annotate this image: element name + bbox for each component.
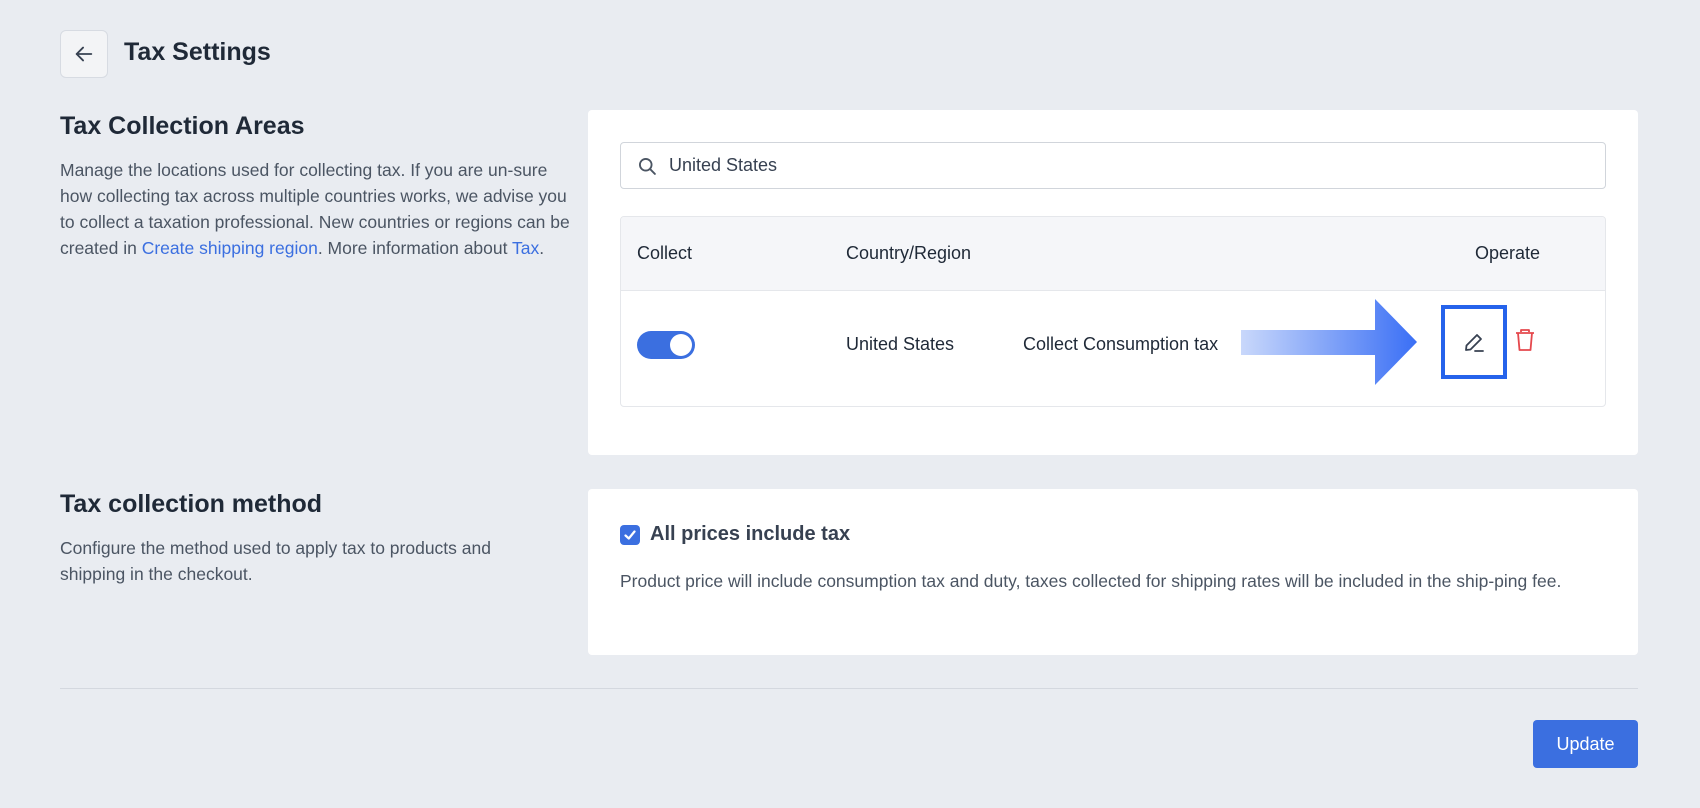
table-row: United States Collect Consumption tax [621,291,1605,406]
method-info-text: Product price will include consumption t… [620,571,1562,591]
page-title: Tax Settings [124,38,271,66]
create-shipping-region-link[interactable]: Create shipping region [142,238,318,258]
tax-type-cell: Collect Consumption tax [1023,334,1219,354]
areas-desc-text-3: . [539,238,545,258]
collect-toggle[interactable] [637,331,695,359]
tax-method-card: All prices include tax Product price wil… [588,489,1638,655]
include-tax-label[interactable]: All prices include tax [650,523,850,546]
update-button[interactable]: Update [1533,720,1638,768]
tax-settings-page: Tax Settings Tax Collection Areas Manage… [0,0,1700,808]
method-section-description: Configure the method used to apply tax t… [60,538,491,584]
search-icon [639,157,656,175]
table-header: Collect Country/Region Operate [621,217,1605,291]
column-header-collect: Collect [637,243,693,263]
trash-icon [1516,329,1534,351]
country-search [620,142,1606,189]
tax-areas-table: Collect Country/Region Operate United St… [620,216,1606,407]
edit-button[interactable] [1441,305,1507,379]
toggle-knob [670,334,692,356]
method-section-title: Tax collection method [60,490,323,518]
arrow-left-icon [75,46,93,62]
include-tax-checkbox[interactable] [620,525,640,545]
delete-button[interactable] [1513,327,1537,353]
column-header-country: Country/Region [846,243,972,263]
pointer-arrow [1241,299,1421,394]
areas-section-description: Manage the locations used for collecting… [60,157,570,261]
areas-desc-text-2: . More information about [317,238,513,258]
tax-info-link[interactable]: Tax [512,238,539,258]
divider [60,688,1638,689]
column-header-operate: Operate [1475,243,1541,263]
pencil-icon [1465,334,1484,352]
country-cell: United States [846,334,955,354]
check-icon [624,530,636,540]
areas-section-title: Tax Collection Areas [60,112,305,140]
country-search-input[interactable] [669,155,1569,176]
tax-areas-card: Collect Country/Region Operate United St… [588,110,1638,455]
back-button[interactable] [60,30,108,78]
